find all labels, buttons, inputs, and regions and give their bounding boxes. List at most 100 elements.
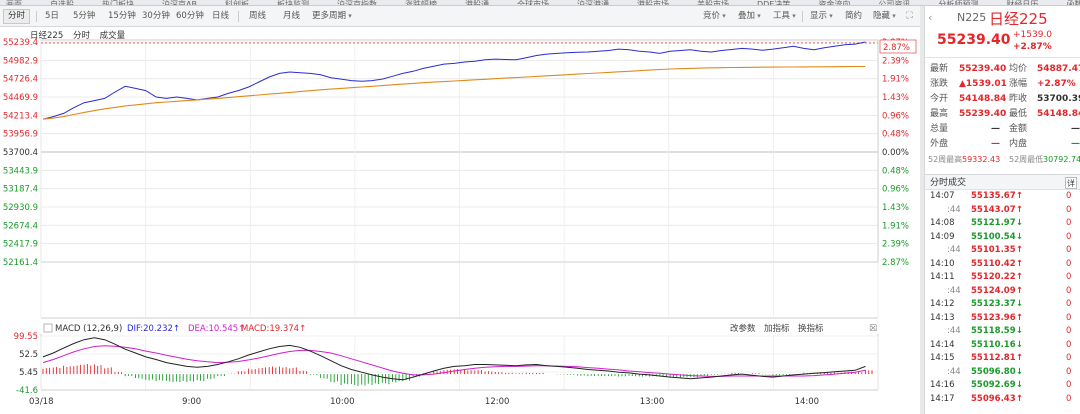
price-axis-label: 53443.9 <box>3 166 38 176</box>
pct-axis-label: 1.91% <box>882 75 909 85</box>
52-week-row: 52周最高 59332.43 52周最低 30792.74 <box>925 153 1080 167</box>
index-code: N225 <box>957 11 987 24</box>
quote-value: ▲1539.01 <box>959 79 1007 89</box>
macd-button-2[interactable]: 换指标 <box>798 323 824 334</box>
tick-volume: 0 <box>1066 218 1072 228</box>
macd-histogram-value: MACD:19.374↑ <box>241 324 306 334</box>
quote-value: 53700.39 <box>1037 94 1080 104</box>
quote-label: 外盘 <box>930 139 949 149</box>
52w-high-label: 52周最高 <box>928 155 963 164</box>
quote-label: 最低 <box>1009 109 1028 119</box>
tick-price: 55123.96 <box>971 312 1016 323</box>
time-axis-label: 10:00 <box>330 397 355 407</box>
pct-axis-label: 0.96% <box>882 185 909 195</box>
tick-price: 55092.69 <box>971 380 1016 390</box>
macd-label: MACD (12,26,9) <box>55 324 122 334</box>
quote-label: 总量 <box>930 124 949 134</box>
quote-header: ‹ N225 日经225 55239.40 +1539.0 +2.87% <box>925 6 1080 58</box>
macd-button-1[interactable]: 加指标 <box>764 323 790 334</box>
price-axis-label: 52930.9 <box>3 203 38 213</box>
time-axis-label: 9:00 <box>182 397 201 407</box>
pct-axis-label: 1.43% <box>882 93 909 103</box>
tick-row: 14:14 55110.16 ↓ 0 <box>925 339 1080 353</box>
quote-label: 最新 <box>930 64 949 74</box>
tick-price: 55110.16 <box>971 339 1016 350</box>
tick-volume: 0 <box>1066 326 1072 336</box>
quote-label: 最高 <box>930 109 949 119</box>
tick-direction-icon: ↓ <box>1016 299 1024 309</box>
detail-button[interactable]: 详 <box>1065 177 1077 189</box>
quote-panel: ‹ N225 日经225 55239.40 +1539.0 +2.87% 最新 5… <box>924 6 1080 414</box>
quote-row: 最高 55239.40 最低 54148.84 <box>925 107 1080 122</box>
price-change: +1539.0 <box>1013 30 1053 40</box>
tick-time: :44 <box>947 326 961 336</box>
tick-time: 14:08 <box>930 218 955 228</box>
intraday-chart[interactable]: 55239.4 2.87% 54982.9 2.39% 54726.4 1.91% 5446… <box>0 0 920 414</box>
quote-label: 内盘 <box>1009 139 1028 149</box>
quote-value: 54887.47 <box>1037 64 1080 74</box>
tick-volume: 0 <box>1066 380 1072 390</box>
price-axis-label: 54726.4 <box>3 75 38 85</box>
tick-direction-icon: ↑ <box>1016 272 1024 282</box>
tick-direction-icon: ↑ <box>1016 393 1024 404</box>
quote-label: 涨跌 <box>930 79 949 89</box>
macd-axis-label: 99.55 <box>14 332 38 342</box>
52w-high-value: 59332.43 <box>962 155 1001 164</box>
tick-time: :44 <box>947 204 961 215</box>
macd-dif-value: DIF:20.232↑ <box>127 324 180 334</box>
tick-row: :44 55143.07 ↑ 0 <box>925 204 1080 218</box>
tick-time: 14:12 <box>930 299 955 309</box>
tick-volume: 0 <box>1066 339 1072 350</box>
tick-row: 14:08 55121.97 ↓ 0 <box>925 217 1080 231</box>
tick-direction-icon: ↑ <box>1016 258 1024 269</box>
tick-volume: 0 <box>1066 312 1072 323</box>
tick-row: 14:16 55092.69 ↓ 0 <box>925 379 1080 393</box>
time-axis-label: 03/18 <box>29 397 54 407</box>
tick-direction-icon: ↑ <box>1016 191 1024 201</box>
52w-low-label: 52周最低 <box>1009 155 1044 164</box>
quote-value: — <box>991 124 1000 134</box>
tick-time: :44 <box>947 245 961 255</box>
pct-axis-label: 0.00% <box>882 148 909 158</box>
tick-volume: 0 <box>1066 272 1072 282</box>
tick-direction-icon: ↓ <box>1016 218 1024 228</box>
52w-low-value: 30792.74 <box>1043 155 1080 164</box>
tick-row: 14:15 55112.81 ↑ 0 <box>925 352 1080 366</box>
pct-axis-label: 1.91% <box>882 221 909 231</box>
pct-axis-label: 2.39% <box>882 56 909 66</box>
tick-time: 14:17 <box>930 393 955 404</box>
tick-price: 55118.59 <box>971 326 1016 336</box>
quote-row: 涨跌 ▲1539.01 涨幅 +2.87% <box>925 77 1080 92</box>
pct-axis-label: 2.87% <box>882 258 909 268</box>
tick-direction-icon: ↑ <box>1016 312 1024 323</box>
price-change-pct: +2.87% <box>1013 42 1052 52</box>
tick-direction-icon: ↓ <box>1016 380 1024 390</box>
price-axis-label: 54469.9 <box>3 93 38 103</box>
current-pct-label: 2.87% <box>883 43 910 53</box>
price-axis-label: 55239.4 <box>3 38 38 48</box>
tick-time: :44 <box>947 285 961 296</box>
tick-row: 14:10 55110.42 ↑ 0 <box>925 258 1080 272</box>
quote-value: — <box>1071 124 1080 134</box>
price-axis-label: 53956.9 <box>3 130 38 140</box>
price-axis-label: 52417.9 <box>3 240 38 250</box>
price-axis-label: 52161.4 <box>3 258 38 268</box>
macd-axis-label: -41.6 <box>16 386 38 396</box>
tick-price: 55112.81 <box>971 353 1016 363</box>
back-arrow-icon[interactable]: ‹ <box>928 11 932 24</box>
tick-time: 14:09 <box>930 231 955 242</box>
tick-volume: 0 <box>1066 258 1072 269</box>
price-axis-label: 54982.9 <box>3 56 38 66</box>
macd-button-0[interactable]: 改参数 <box>730 323 756 334</box>
time-axis-label: 12:00 <box>485 397 510 407</box>
close-icon[interactable]: ☒ <box>869 324 877 334</box>
tick-row: 14:13 55123.96 ↑ 0 <box>925 312 1080 326</box>
tick-time: 14:16 <box>930 380 955 390</box>
pct-axis-label: 0.96% <box>882 111 909 121</box>
tick-direction-icon: ↑ <box>1016 204 1024 215</box>
tick-direction-icon: ↓ <box>1016 231 1024 242</box>
tick-price: 55121.97 <box>971 218 1016 228</box>
tick-row: :44 55118.59 ↓ 0 <box>925 325 1080 339</box>
tick-time: 14:11 <box>930 272 955 282</box>
quote-value: 54148.84 <box>1037 109 1080 119</box>
